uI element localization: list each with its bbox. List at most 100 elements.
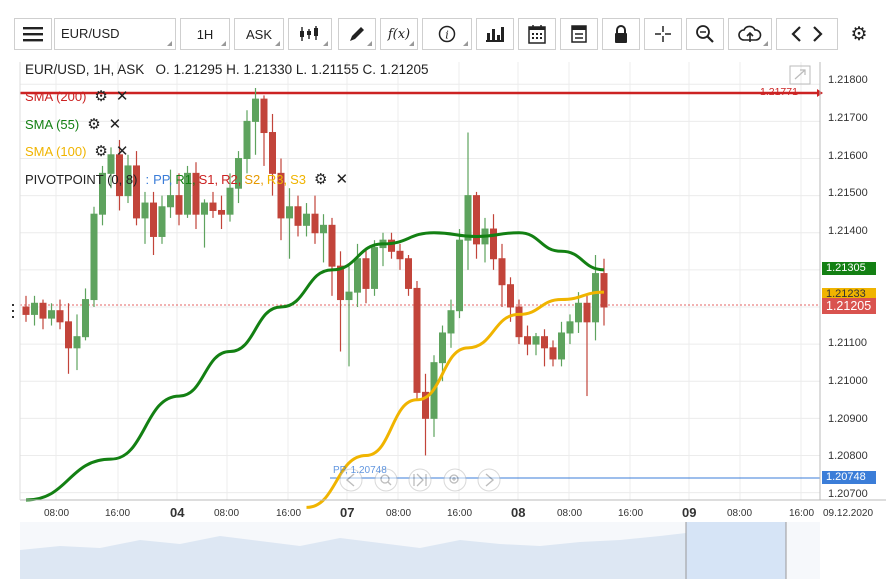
candle-body [439, 332, 446, 364]
ohlc-header: EUR/USD, 1H, ASK O. 1.21295 H. 1.21330 L… [25, 62, 429, 77]
price-tick: 1.21600 [828, 150, 868, 162]
price-tick: 1.21800 [828, 74, 868, 86]
candle-body [558, 332, 565, 360]
gear-icon[interactable]: ⚙ [94, 87, 107, 105]
candle-body [226, 187, 234, 215]
candle-body [209, 202, 217, 211]
time-label-day: 09 [682, 505, 697, 520]
legend-pivot-pp: PP, [153, 171, 173, 187]
legend-sma100[interactable]: SMA (100) ⚙ ✕ [25, 142, 128, 160]
candle-body [294, 206, 302, 226]
candle-body [269, 132, 276, 174]
candle-body [22, 306, 30, 315]
candle-body [524, 336, 531, 345]
candle-body [31, 302, 38, 315]
gear-icon[interactable]: ⚙ [314, 170, 327, 188]
time-label-day: 08 [511, 505, 526, 520]
time-label: 16:00 [276, 508, 302, 519]
price-tick: 1.21400 [828, 225, 868, 237]
pp-line-label: PP, 1.20748 [333, 465, 387, 476]
candle-body [82, 299, 89, 338]
candle-body [141, 202, 149, 219]
gear-icon[interactable]: ⚙ [87, 115, 100, 133]
time-label-day: 07 [340, 505, 355, 520]
price-tick: 1.20900 [828, 413, 868, 425]
candle-body [243, 120, 251, 160]
candle-body [583, 302, 591, 323]
candle-body [56, 310, 64, 323]
sma55-price-tag: 1.21305 [822, 262, 876, 275]
price-tick: 1.20800 [828, 450, 868, 462]
candle-body [464, 195, 472, 241]
time-label: 08:00 [386, 508, 412, 519]
candle-body [286, 206, 293, 219]
candle-body [575, 302, 582, 323]
candle-body [73, 336, 81, 349]
candle-body [175, 195, 183, 215]
legend-pivot-s1: S1, [198, 171, 219, 187]
candle-body [396, 250, 404, 260]
candle-body [498, 258, 506, 286]
legend-sma55[interactable]: SMA (55) ⚙ ✕ [25, 115, 121, 133]
candle-body [447, 310, 455, 334]
time-label: 16:00 [105, 508, 131, 519]
price-tick: 1.20700 [828, 488, 868, 500]
legend-pivot-sep: : [145, 171, 150, 187]
legend-pivot-label: PIVOTPOINT (0, 8) [25, 171, 138, 187]
close-icon[interactable]: ✕ [116, 87, 129, 105]
candle-body [345, 291, 353, 301]
candle-body [48, 310, 55, 319]
time-axis-date: 09.12.2020 [823, 508, 874, 519]
candle-body [337, 265, 344, 301]
candle-body [167, 195, 174, 208]
legend-pivot-s3: S3 [290, 171, 306, 187]
price-tick: 1.21700 [828, 112, 868, 124]
price-tick: 1.21500 [828, 187, 868, 199]
time-label: 16:00 [618, 508, 644, 519]
time-label: 16:00 [447, 508, 473, 519]
candle-body [218, 209, 225, 215]
candle-body [549, 347, 557, 360]
candle-body [371, 247, 378, 289]
close-icon[interactable]: ✕ [335, 170, 348, 188]
legend-pivot-r2: R2, [221, 171, 242, 187]
legend-sma100-label: SMA (100) [25, 143, 87, 159]
close-icon[interactable]: ✕ [109, 115, 122, 133]
time-label: 08:00 [44, 508, 70, 519]
legend-sma200-label: SMA (200) [25, 88, 87, 104]
candle-body [592, 273, 599, 323]
close-icon[interactable]: ✕ [116, 142, 129, 160]
candle-body [362, 258, 370, 289]
time-label-day: 04 [170, 505, 185, 520]
candle-body [201, 202, 208, 215]
candle-body [566, 321, 574, 334]
price-chart[interactable] [0, 0, 886, 579]
last-price-tag: 1.21205 [822, 298, 876, 314]
candle-body [311, 213, 319, 234]
candle-body [303, 213, 310, 226]
gear-icon[interactable]: ⚙ [94, 142, 107, 160]
sma200-value-label: 1.21771 [760, 86, 798, 98]
time-label: 08:00 [557, 508, 583, 519]
candle-body [354, 258, 361, 293]
sma55-line [25, 231, 605, 502]
drag-handle-icon [12, 304, 14, 318]
navigator-window [686, 522, 786, 579]
candle-body [456, 239, 463, 312]
legend-pivotpoint[interactable]: PIVOTPOINT (0, 8) : PP, R1, S1, R2, S2, … [25, 170, 348, 188]
legend-sma200[interactable]: SMA (200) ⚙ ✕ [25, 87, 128, 105]
price-tick: 1.21100 [828, 337, 867, 349]
pp-price-tag: 1.20748 [822, 471, 876, 484]
legend-pivot-r1: R1, [175, 171, 196, 187]
candle-body [260, 98, 268, 134]
candle-body [413, 287, 421, 393]
time-label: 08:00 [727, 508, 753, 519]
time-label: 16:00 [789, 508, 815, 519]
candle-body [252, 98, 259, 122]
candle-body [320, 224, 327, 234]
candle-body [158, 206, 166, 237]
candle-body [515, 306, 523, 338]
candle-body [600, 273, 608, 308]
legend-sma55-label: SMA (55) [25, 116, 80, 132]
candle-body [541, 336, 548, 349]
